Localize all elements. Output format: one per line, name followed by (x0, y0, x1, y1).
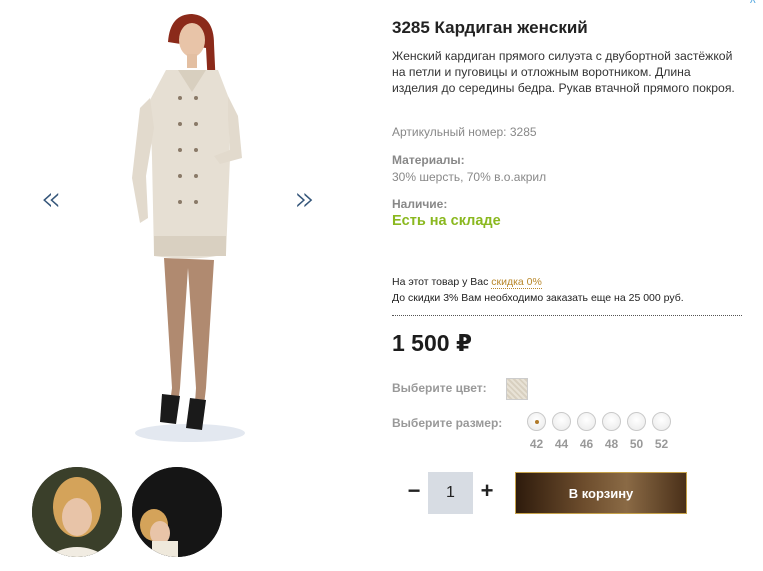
size-radio[interactable] (627, 412, 646, 431)
thumbnail-image-2[interactable] (132, 467, 222, 557)
product-title: 3285 Кардиган женский (392, 18, 588, 37)
size-value: 48 (604, 437, 619, 451)
size-radio[interactable] (577, 412, 596, 431)
product-price: 1 500 ₽ (392, 330, 472, 356)
size-option-44[interactable]: 44 (549, 412, 574, 451)
size-radio[interactable] (652, 412, 671, 431)
size-selector: 42 44 46 48 50 52 (524, 412, 674, 451)
product-description: Женский кардиган прямого силуэта с двубо… (392, 49, 735, 95)
product-main-image (132, 14, 245, 442)
size-option-46[interactable]: 46 (574, 412, 599, 451)
color-label: Выберите цвет: (392, 381, 487, 395)
size-radio[interactable] (527, 412, 546, 431)
size-radio[interactable] (602, 412, 621, 431)
chevron-up-icon[interactable]: ^ (750, 0, 763, 9)
size-value: 50 (629, 437, 644, 451)
size-value: 44 (554, 437, 569, 451)
size-value: 52 (654, 437, 669, 451)
materials-label: Материалы: (392, 153, 465, 167)
article-number: Артикульный номер: 3285 (392, 125, 537, 139)
size-option-50[interactable]: 50 (624, 412, 649, 451)
size-radio[interactable] (552, 412, 571, 431)
color-swatch[interactable] (506, 378, 528, 400)
next-image-arrow-icon[interactable]: » (294, 182, 324, 216)
availability-status: Есть на складе (392, 213, 501, 229)
discount-prefix: На этот товар у Вас (392, 276, 489, 288)
quantity-input[interactable] (428, 472, 473, 514)
thumbnail-image-1[interactable] (32, 467, 122, 557)
discount-link[interactable]: скидка 0% (491, 276, 542, 289)
size-value: 46 (579, 437, 594, 451)
add-to-cart-button[interactable]: В корзину (515, 472, 687, 514)
divider (392, 315, 742, 316)
quantity-increase-button[interactable]: + (479, 478, 495, 504)
quantity-decrease-button[interactable]: − (406, 478, 422, 504)
product-gallery: « » (0, 0, 370, 571)
size-value: 42 (529, 437, 544, 451)
availability-label: Наличие: (392, 197, 448, 211)
discount-info-line: На этот товар у Вас скидка 0% (392, 276, 542, 289)
materials-value: 30% шерсть, 70% в.о.акрил (392, 170, 547, 184)
size-option-52[interactable]: 52 (649, 412, 674, 451)
discount-threshold-note: До скидки 3% Вам необходимо заказать еще… (392, 292, 684, 304)
size-option-48[interactable]: 48 (599, 412, 624, 451)
prev-image-arrow-icon[interactable]: « (40, 182, 70, 216)
size-option-42[interactable]: 42 (524, 412, 549, 451)
size-label: Выберите размер: (392, 416, 503, 430)
